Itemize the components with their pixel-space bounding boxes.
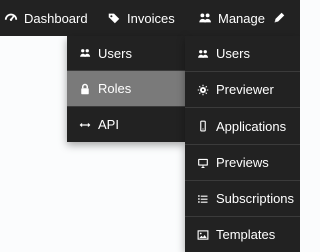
right-menu-previews[interactable]: Previews <box>185 145 300 180</box>
tag-icon <box>107 11 121 25</box>
right-menu-subscriptions-label: Subscriptions <box>216 191 295 206</box>
list-icon <box>197 193 209 205</box>
left-menu-roles-label: Roles <box>98 81 132 96</box>
left-menu-api-label: API <box>98 117 119 132</box>
left-menu-users-label: Users <box>98 45 132 61</box>
nav-dashboard-label: Dashboard <box>24 10 88 26</box>
top-navigation-bar: Dashboard Invoices Manage <box>0 0 300 36</box>
users-icon <box>197 48 209 60</box>
left-menu-api[interactable]: API <box>67 107 185 142</box>
pencil-icon <box>272 11 286 25</box>
dashboard-icon <box>4 11 18 25</box>
monitor-icon <box>197 157 209 169</box>
nav-manage-label: Manage <box>218 10 265 26</box>
right-menu-previewer[interactable]: Previewer <box>185 72 300 107</box>
nav-invoices[interactable]: Invoices <box>107 0 175 36</box>
right-menu-templates-label: Templates <box>216 227 276 242</box>
right-menu-applications[interactable]: Applications <box>185 108 300 144</box>
image-icon <box>197 229 209 241</box>
manage-left-dropdown: Users Roles API <box>67 36 185 142</box>
manage-right-dropdown: Users Previewer Applications Previews Su… <box>185 36 300 252</box>
nav-invoices-label: Invoices <box>127 10 175 26</box>
right-menu-subscriptions[interactable]: Subscriptions <box>185 181 300 216</box>
right-menu-users-label: Users <box>216 46 250 61</box>
gear-icon <box>197 84 209 96</box>
nav-edit-button[interactable] <box>272 0 286 36</box>
right-menu-applications-label: Applications <box>216 118 287 134</box>
right-menu-templates[interactable]: Templates <box>185 217 300 252</box>
page: Dashboard Invoices Manage Users Roles AP… <box>0 0 300 252</box>
nav-manage[interactable]: Manage <box>198 0 265 36</box>
left-right-arrow-icon <box>79 119 91 131</box>
mobile-icon <box>197 120 209 132</box>
nav-dashboard[interactable]: Dashboard <box>4 0 88 36</box>
users-icon <box>79 47 91 59</box>
right-menu-previews-label: Previews <box>216 155 269 170</box>
right-menu-users[interactable]: Users <box>185 36 300 71</box>
lock-icon <box>79 83 91 95</box>
right-menu-previewer-label: Previewer <box>216 82 274 97</box>
left-menu-roles[interactable]: Roles <box>67 71 185 106</box>
users-icon <box>198 11 212 25</box>
left-menu-users[interactable]: Users <box>67 36 185 70</box>
